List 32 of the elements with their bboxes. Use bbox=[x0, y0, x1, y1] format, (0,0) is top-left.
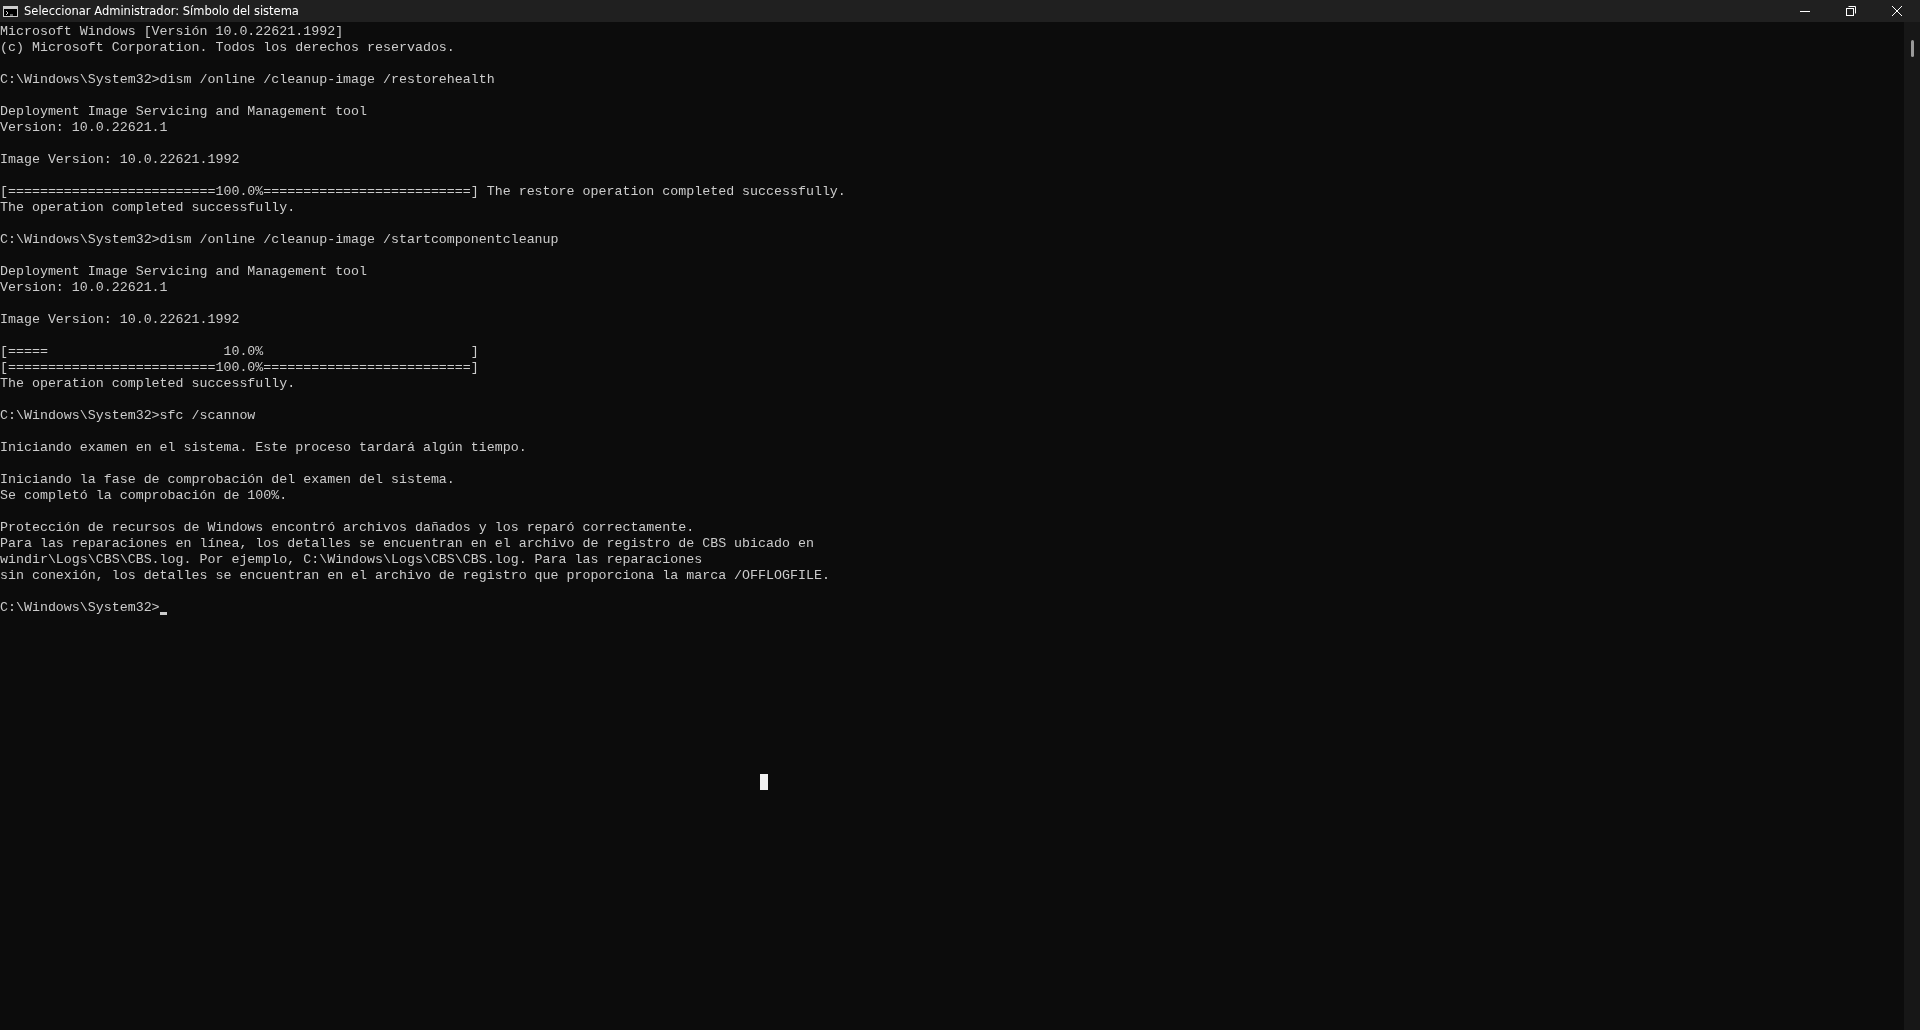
scrollbar-thumb[interactable] bbox=[1910, 40, 1914, 57]
console-line: Deployment Image Servicing and Management tool bbox=[0, 104, 368, 120]
console-line: C:\Windows\System32>dism /online /cleanup-image /restorehealth bbox=[0, 72, 495, 88]
console-line: Microsoft Windows [Versión 10.0.22621.1992] bbox=[0, 24, 344, 40]
console-line: Se completó la comprobación de 100%. bbox=[0, 488, 288, 504]
console-line: Image Version: 10.0.22621.1992 bbox=[0, 312, 240, 328]
console-line: Version: 10.0.22621.1 bbox=[0, 120, 168, 136]
console-line: Image Version: 10.0.22621.1992 bbox=[0, 152, 240, 168]
console-line: Para las reparaciones en línea, los detalles se encuentran en el archivo de registro de CBS ubicado en bbox=[0, 536, 814, 552]
console-line: Protección de recursos de Windows encontró archivos dañados y los reparó correctamente. bbox=[0, 520, 695, 536]
close-icon bbox=[1892, 6, 1902, 16]
console-line: [==========================100.0%==========================] bbox=[0, 360, 479, 376]
scrollbar[interactable] bbox=[1904, 22, 1920, 1030]
console-line: Iniciando examen en el sistema. Este proceso tardará algún tiempo. bbox=[0, 440, 527, 456]
restore-icon bbox=[1846, 6, 1856, 16]
minimize-icon bbox=[1800, 10, 1810, 12]
console-line: [===== 10.0% ] bbox=[0, 344, 479, 360]
console-line: The operation completed successfully. bbox=[0, 376, 296, 392]
console-line: sin conexión, los detalles se encuentran en el archivo de registro que proporciona la marca /OFFLOGFILE. bbox=[0, 568, 830, 584]
mouse-cursor-icon bbox=[760, 774, 768, 790]
console-line: Deployment Image Servicing and Management tool bbox=[0, 264, 368, 280]
console-line: Iniciando la fase de comprobación del examen del sistema. bbox=[0, 472, 455, 488]
window-title: Seleccionar Administrador: Símbolo del sistema bbox=[24, 4, 299, 18]
console-line: C:\Windows\System32>sfc /scannow bbox=[0, 408, 256, 424]
console-line: Version: 10.0.22621.1 bbox=[0, 280, 168, 296]
console-line: (c) Microsoft Corporation. Todos los derechos reservados. bbox=[0, 40, 455, 56]
console-line: [==========================100.0%==========================] The restore operation completed successfully. bbox=[0, 184, 846, 200]
console-line: The operation completed successfully. bbox=[0, 200, 296, 216]
console-line: C:\Windows\System32>dism /online /cleanup-image /startcomponentcleanup bbox=[0, 232, 559, 248]
console-line: windir\Logs\CBS\CBS.log. Por ejemplo, C:\Windows\Logs\CBS\CBS.log. Para las reparaciones bbox=[0, 552, 703, 568]
command-prompt: C:\Windows\System32> bbox=[0, 600, 160, 616]
console-app-icon bbox=[3, 5, 18, 17]
